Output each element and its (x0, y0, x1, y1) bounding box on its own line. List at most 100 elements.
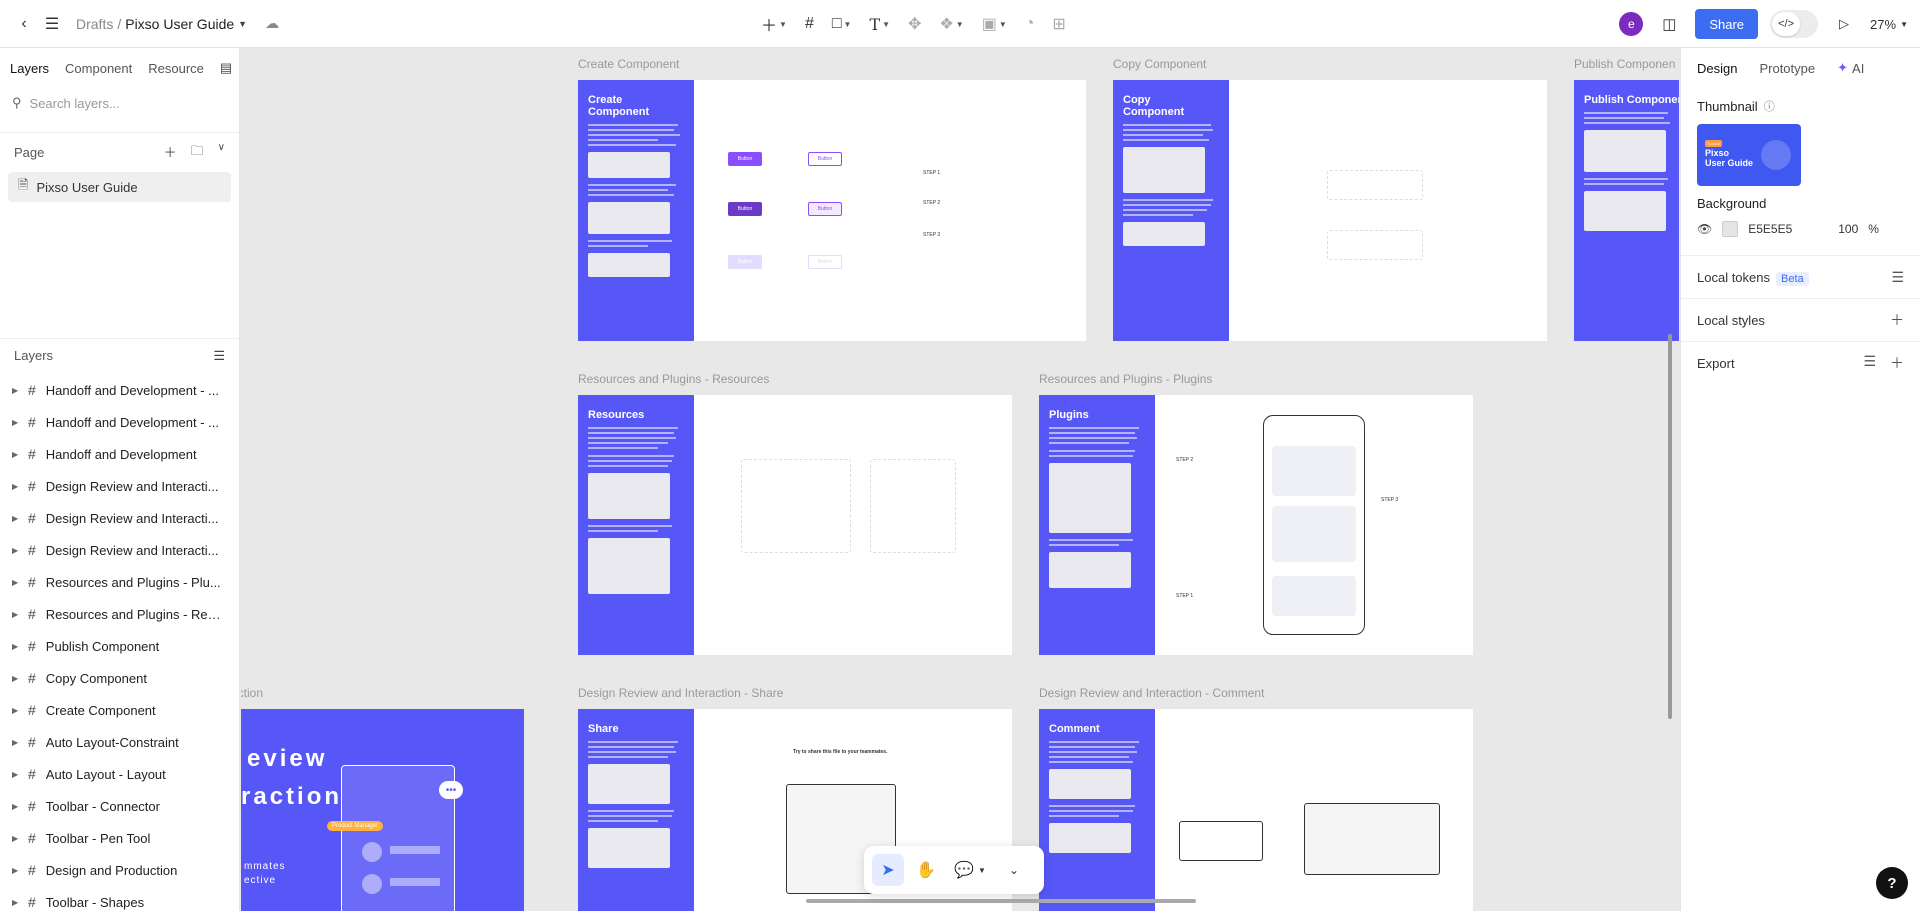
caret-right-icon[interactable]: ▶ (12, 706, 18, 715)
move-tool[interactable]: ✥ (902, 8, 927, 40)
layer-item[interactable]: ▶ # Handoff and Development - ... (0, 374, 239, 406)
tab-resource[interactable]: Resource (148, 61, 204, 76)
horizontal-scrollbar[interactable] (806, 899, 1196, 903)
caret-right-icon[interactable]: ▶ (12, 450, 18, 459)
chevron-down-icon[interactable]: ▼ (238, 19, 247, 29)
frame-tool[interactable]: # (799, 8, 820, 40)
component-tool[interactable]: ❖ ▼ (933, 8, 969, 40)
search-input[interactable]: ⚲ Search layers... (0, 88, 239, 118)
local-styles-row[interactable]: Local styles ＋ (1681, 298, 1920, 341)
frame-copy-component[interactable]: Copy Component (1113, 80, 1547, 341)
layer-item[interactable]: ▶ # Auto Layout-Constraint (0, 726, 239, 758)
play-icon[interactable]: ▷ (1830, 10, 1858, 38)
select-tool[interactable]: ➤ (872, 854, 904, 886)
back-icon[interactable]: ‹ (10, 10, 38, 38)
layer-item[interactable]: ▶ # Auto Layout - Layout (0, 758, 239, 790)
layer-item[interactable]: ▶ # Toolbar - Connector (0, 790, 239, 822)
crop-tool[interactable]: ⊞ (1046, 8, 1071, 40)
layer-item[interactable]: ▶ # Create Component (0, 694, 239, 726)
frame-label-copy[interactable]: Copy Component (1113, 57, 1206, 71)
export-row[interactable]: Export ☰ ＋ (1681, 341, 1920, 384)
frame-design-review-cover[interactable]: eview raction mmates ective Product Mana… (241, 709, 524, 911)
frame-label-comment[interactable]: Design Review and Interaction - Comment (1039, 686, 1264, 700)
folder-icon[interactable]: 🗀 (191, 142, 204, 164)
caret-right-icon[interactable]: ▶ (12, 738, 18, 747)
shape-tool[interactable]: □ ▼ (826, 8, 858, 40)
background-hex[interactable]: E5E5E5 (1748, 222, 1818, 236)
frame-plugins[interactable]: Plugins STEP 2 STEP 3 STEP 1 (1039, 395, 1473, 655)
layer-item[interactable]: ▶ # Design and Production (0, 854, 239, 886)
caret-right-icon[interactable]: ▶ (12, 642, 18, 651)
layer-item[interactable]: ▶ # Handoff and Development (0, 438, 239, 470)
background-swatch[interactable] (1722, 221, 1739, 237)
zoom-control[interactable]: 27% ▼ (1870, 17, 1908, 32)
tab-component[interactable]: Component (65, 61, 132, 76)
tab-ai[interactable]: ✦ AI (1837, 60, 1864, 76)
caret-right-icon[interactable]: ▶ (12, 482, 18, 491)
background-opacity[interactable]: 100 (1838, 222, 1858, 236)
local-tokens-row[interactable]: Local tokens Beta ☰ (1681, 255, 1920, 298)
layer-view-icon[interactable]: ☰ (213, 348, 225, 364)
layer-item[interactable]: ▶ # Toolbar - Shapes (0, 886, 239, 911)
breadcrumb-drafts[interactable]: Drafts (76, 16, 113, 32)
frame-label-plugins[interactable]: Resources and Plugins - Plugins (1039, 372, 1212, 386)
file-name[interactable]: Pixso User Guide (125, 16, 234, 32)
collapse-toolbar[interactable]: ⌄ (998, 854, 1030, 886)
frame-label-resources[interactable]: Resources and Plugins - Resources (578, 372, 769, 386)
info-icon[interactable]: ⓘ (1764, 98, 1775, 114)
layer-item[interactable]: ▶ # Resources and Plugins - Plu... (0, 566, 239, 598)
add-tool[interactable]: ＋ ▼ (755, 8, 793, 40)
design-canvas[interactable]: Create Component Copy Component Publish … (241, 49, 1679, 911)
text-tool[interactable]: T ▼ (863, 8, 896, 40)
caret-right-icon[interactable]: ▶ (12, 866, 18, 875)
layer-item[interactable]: ▶ # Design Review and Interacti... (0, 470, 239, 502)
caret-right-icon[interactable]: ▶ (12, 514, 18, 523)
library-icon[interactable]: ▤ (220, 60, 232, 76)
menu-icon[interactable]: ☰ (38, 10, 66, 38)
settings-sliders-icon[interactable]: ☰ (1863, 353, 1876, 373)
frame-publish-component[interactable]: Publish Componen (1574, 80, 1679, 341)
vertical-scrollbar[interactable] (1668, 334, 1672, 719)
caret-right-icon[interactable]: ▶ (12, 386, 18, 395)
caret-right-icon[interactable]: ▶ (12, 802, 18, 811)
chevron-down-icon[interactable]: ∨ (218, 142, 225, 164)
add-icon[interactable]: ＋ (1890, 310, 1904, 330)
frame-label-create[interactable]: Create Component (578, 57, 679, 71)
dev-mode-toggle[interactable]: </> (1770, 10, 1819, 38)
caret-right-icon[interactable]: ▶ (12, 674, 18, 683)
caret-right-icon[interactable]: ▶ (12, 578, 18, 587)
layer-item[interactable]: ▶ # Toolbar - Pen Tool (0, 822, 239, 854)
add-page-icon[interactable]: ＋ (164, 142, 177, 164)
caret-right-icon[interactable]: ▶ (12, 546, 18, 555)
eye-icon[interactable]: 👁 (1697, 222, 1712, 236)
hand-tool[interactable]: ✋ (910, 854, 942, 886)
layer-item[interactable]: ▶ # Publish Component (0, 630, 239, 662)
avatar[interactable]: e (1619, 12, 1644, 36)
help-icon[interactable]: ? (1876, 867, 1908, 899)
tab-design[interactable]: Design (1697, 61, 1737, 76)
frame-comment[interactable]: Comment (1039, 709, 1473, 911)
frame-label-partial[interactable]: action (241, 686, 263, 700)
caret-right-icon[interactable]: ▶ (12, 834, 18, 843)
caret-right-icon[interactable]: ▶ (12, 898, 18, 907)
page-item[interactable]: 🗎 Pixso User Guide (8, 172, 231, 202)
caret-right-icon[interactable]: ▶ (12, 770, 18, 779)
frame-label-share[interactable]: Design Review and Interaction - Share (578, 686, 783, 700)
frame-label-publish[interactable]: Publish Componen (1574, 57, 1675, 71)
layer-item[interactable]: ▶ # Resources and Plugins - Res... (0, 598, 239, 630)
boolean-tool[interactable]: ▣ ▼ (976, 8, 1013, 40)
plugin-icon[interactable]: ◫ (1655, 10, 1683, 38)
layer-item[interactable]: ▶ # Design Review and Interacti... (0, 534, 239, 566)
frame-resources[interactable]: Resources (578, 395, 1012, 655)
settings-sliders-icon[interactable]: ☰ (1891, 269, 1904, 286)
caret-right-icon[interactable]: ▶ (12, 610, 18, 619)
layer-item[interactable]: ▶ # Handoff and Development - ... (0, 406, 239, 438)
mask-tool[interactable]: ◔ (1019, 8, 1041, 40)
share-button[interactable]: Share (1695, 9, 1759, 39)
layer-item[interactable]: ▶ # Copy Component (0, 662, 239, 694)
thumbnail-preview[interactable]: Tutorial Pixso User Guide (1697, 124, 1801, 186)
tab-layers[interactable]: Layers (10, 61, 49, 76)
add-icon[interactable]: ＋ (1890, 353, 1904, 373)
comment-tool[interactable]: 💬 ▼ (948, 854, 992, 886)
frame-create-component[interactable]: Create Component Button Button Button Bu… (578, 80, 1086, 341)
